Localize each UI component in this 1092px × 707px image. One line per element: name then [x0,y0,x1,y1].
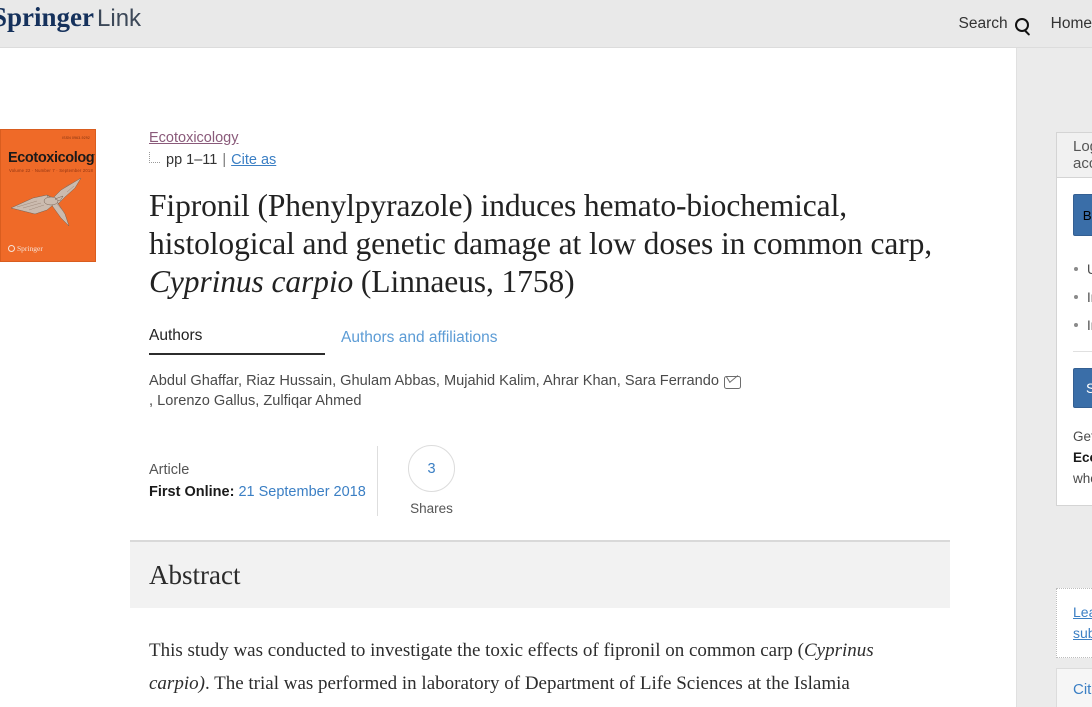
sidebar-divider [1073,351,1092,352]
access-card: Log in to check access Buy article PDF U… [1056,132,1092,506]
subscribe-button[interactable]: Subscribe [1073,368,1092,408]
page-range-text: pp 1–11 [166,152,218,168]
breadcrumb: Ecotoxicology pp 1–11 | Cite as [149,129,955,168]
cover-issn-text: ISSN 0963-9292 [62,136,90,140]
authors-list: Abdul Ghaffar, Riaz Hussain, Ghulam Abba… [149,371,955,411]
springer-link-logo[interactable]: Springer Link [0,2,141,33]
shares-badge[interactable]: 3 Shares [408,445,455,516]
title-species-name: Cyprinus carpio [149,264,354,299]
logo-link-text: Link [97,5,142,32]
search-nav-item[interactable]: Search [959,15,1029,33]
tree-branch-icon [149,151,160,163]
cover-springer-logo: Springer [8,244,43,253]
authors-names-secondary: , Lorenzo Gallus, Zulfiqar Ahmed [149,393,362,409]
title-text-part-1: Fipronil (Phenylpyrazole) induces hemato… [149,188,933,261]
authors-names-primary: Abdul Ghaffar, Riaz Hussain, Ghulam Abba… [149,373,719,389]
first-online-date[interactable]: 21 September 2018 [238,484,365,500]
authors-tab-bar: Authors Authors and affiliations [149,327,955,355]
logo-springer-text: Springer [0,2,95,32]
first-online-row: First Online: 21 September 2018 [149,484,377,500]
home-nav-item[interactable]: Home [1051,15,1092,33]
breadcrumb-separator: | [222,152,227,168]
email-envelope-icon[interactable] [724,375,741,389]
shares-count: 3 [408,445,455,492]
list-item: Unlimited access to the full article [1073,260,1092,279]
learn-about-subscriptions-link-line2[interactable]: subscriptions [1073,623,1092,644]
abstract-heading: Abstract [149,559,241,590]
abstract-paragraph: This study was conducted to investigate … [130,634,950,707]
article-header-block: Ecotoxicology pp 1–11 | Cite as Fipronil… [149,129,955,516]
list-item: Include local sales tax if applicable [1073,316,1092,335]
search-label: Search [958,15,1008,32]
title-text-part-2: (Linnaeus, 1758) [353,264,575,299]
benefits-list: Unlimited access to the full article Ins… [1073,260,1092,335]
note-line-3: whole journal [1073,471,1092,486]
page-title: Fipronil (Phenylpyrazole) induces hemato… [149,187,955,301]
abstract-heading-band: Abstract [130,542,950,608]
note-line-1: Get access to the full version of [1073,429,1092,444]
cite-as-link[interactable]: Cite as [231,152,276,168]
access-card-body: Buy article PDF Unlimited access to the … [1057,178,1092,505]
article-meta-block: Article First Online: 21 September 2018 [149,462,377,500]
meta-divider [377,445,378,516]
note-journal-name: Ecotoxicology [1073,450,1092,465]
login-tab[interactable]: Log in to check access [1057,133,1092,178]
tab-authors[interactable]: Authors [149,327,325,355]
site-header: Springer Link Search Home [0,0,1092,48]
buy-article-button[interactable]: Buy article PDF [1073,194,1092,236]
cover-bird-illustration [10,177,82,227]
breadcrumb-journal-link[interactable]: Ecotoxicology [149,130,238,146]
cite-article-button[interactable]: Cite article [1056,668,1092,707]
search-icon[interactable] [1014,18,1029,32]
subscription-note: Get access to the full version of Ecotox… [1073,426,1092,489]
breadcrumb-second-row: pp 1–11 | Cite as [149,151,955,168]
right-sidebar: Log in to check access Buy article PDF U… [1056,48,1092,707]
cover-volume-text: Volume 22 · Number 7 · September 2018 [9,168,93,173]
list-item: Instant download [1073,288,1092,307]
article-meta-row: Article First Online: 21 September 2018 … [149,445,955,516]
springer-horse-mark-icon [8,245,15,252]
header-nav: Search Home [959,0,1092,48]
cover-journal-title: Ecotoxicology [8,150,96,166]
institutional-subscriptions-box: Learn about institutional subscriptions [1056,588,1092,658]
abstract-section: Abstract This study was conducted to inv… [130,540,950,707]
abstract-text-a: This study was conducted to investigate … [149,640,804,661]
abstract-text-b: . The trial was performed in laboratory … [149,673,921,707]
article-type-label: Article [149,461,190,478]
cover-publisher-text: Springer [17,244,43,253]
home-label: Home [1050,15,1092,32]
first-online-label: First Online: [149,483,235,500]
journal-cover-image[interactable]: ISSN 0963-9292 Ecotoxicology Volume 22 ·… [0,129,96,262]
page-body: ISSN 0963-9292 Ecotoxicology Volume 22 ·… [0,48,1092,707]
learn-about-subscriptions-link-line1[interactable]: Learn about institutional [1073,602,1092,623]
shares-label: Shares [410,501,453,516]
tab-authors-and-affiliations[interactable]: Authors and affiliations [341,329,498,355]
